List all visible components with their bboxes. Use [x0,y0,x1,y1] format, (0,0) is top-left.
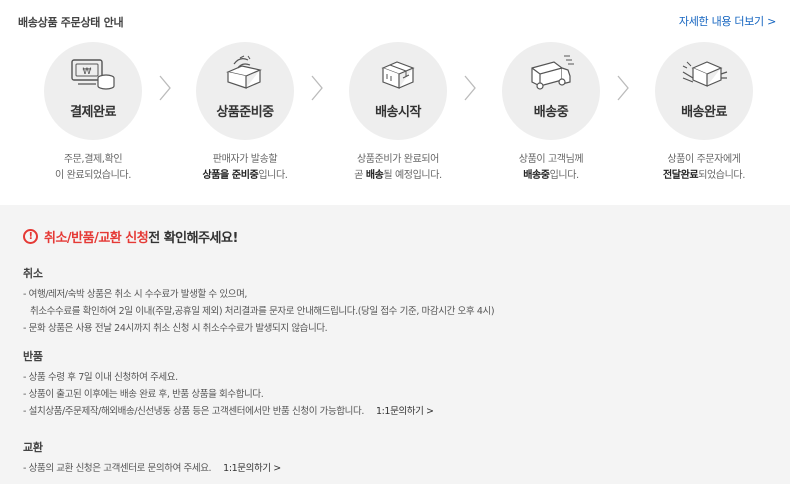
desc-text: 입니다. [549,170,580,181]
step-description: 주문,결제,확인 이 완료되었습니다. [28,152,158,184]
order-status-section: 배송상품 주문상태 안내 자세한 내용 더보기 > ₩ 결제완료 주문,결제,확… [0,0,790,205]
step-label: 배송시작 [375,105,421,120]
warning-heading: ! 취소/반품/교환 신청 전 확인해주세요! [23,227,238,246]
box-icon [381,61,415,89]
step-label: 결제완료 [70,105,116,120]
step-description: 상품준비가 완료되어 곧 배송될 예정입니다. [333,152,463,184]
return-block: 반품 - 상품 수령 후 7일 이내 신청하여 주세요. - 상품이 출고된 이… [23,348,434,420]
return-line-text: - 설치상품/주문제작/해외배송/신선냉동 상품 등은 고객센터에서만 반품 신… [23,406,364,417]
desc-bold-text: 배송중 [523,170,550,181]
step-label: 배송중 [533,105,569,120]
chevron-right-icon [311,75,323,101]
desc-text: 될 예정입니다. [383,170,442,181]
exchange-title: 교환 [23,441,43,454]
step-shipping-start: 배송시작 상품준비가 완료되어 곧 배송될 예정입니다. [333,42,463,184]
svg-text:₩: ₩ [83,67,92,77]
step-in-transit: 배송중 상품이 고객님께 배송중입니다. [486,42,616,184]
cancel-line: - 문화 상품은 사용 전날 24시까지 취소 신청 시 취소수수료가 발생되지… [23,323,328,334]
step-delivered: 배송완료 상품이 주문자에게 전달완료되었습니다. [639,42,769,184]
step-description: 판매자가 발송할 상품을 준비중입니다. [180,152,310,184]
step-circle: 배송중 [502,42,600,140]
step-preparing: 상품준비중 판매자가 발송할 상품을 준비중입니다. [180,42,310,184]
return-line: - 상품이 출고된 이후에는 배송 완료 후, 반품 상품을 회수합니다. [23,389,264,400]
desc-text: 입니다. [258,170,288,181]
return-line: - 설치상품/주문제작/해외배송/신선냉동 상품 등은 고객센터에서만 반품 신… [23,403,434,420]
more-details-link[interactable]: 자세한 내용 더보기 > [679,13,776,29]
return-title: 반품 [23,350,43,363]
desc-text: 상품이 주문자에게 [667,154,741,165]
step-label: 상품준비중 [216,105,274,120]
inquiry-link[interactable]: 1:1문의하기 > [223,463,281,474]
exchange-line-text: - 상품의 교환 신청은 고객센터로 문의하여 주세요. [23,463,212,474]
step-description: 상품이 고객님께 배송중입니다. [486,152,616,184]
cancel-line: 취소수수료를 확인하여 2일 이내(주말,공휴일 제외) 처리결과를 문자로 안… [30,306,495,317]
step-description: 상품이 주문자에게 전달완료되었습니다. [639,152,769,184]
warning-icon: ! [23,229,38,244]
notice-section: ! 취소/반품/교환 신청 전 확인해주세요! 취소 - 여행/레저/숙박 상품은… [0,205,790,484]
cancel-title: 취소 [23,267,43,280]
desc-text: 곧 [354,170,366,181]
warning-highlight: 취소/반품/교환 신청 [44,231,149,246]
step-circle: 배송완료 [655,42,753,140]
desc-text: 되었습니다. [698,170,745,181]
desc-text: 상품준비가 완료되어 [357,154,439,165]
step-payment-complete: ₩ 결제완료 주문,결제,확인 이 완료되었습니다. [28,42,158,184]
desc-text: 상품이 고객님께 [518,154,584,165]
return-line: - 상품 수령 후 7일 이내 신청하여 주세요. [23,372,178,383]
exchange-block: 교환 - 상품의 교환 신청은 고객센터로 문의하여 주세요. 1:1문의하기 > [23,439,281,477]
step-circle: ₩ 결제완료 [44,42,142,140]
chevron-right-icon [464,75,476,101]
section-title: 배송상품 주문상태 안내 [18,16,124,29]
desc-text: 주문,결제,확인 [63,154,123,165]
inquiry-link[interactable]: 1:1문의하기 > [376,406,434,417]
desc-bold-text: 전달완료 [663,170,699,181]
desc-text: 판매자가 발송할 [212,154,278,165]
desc-bold-text: 상품을 준비중 [202,170,259,181]
delivered-icon [682,61,728,87]
cancel-block: 취소 - 여행/레저/숙박 상품은 취소 시 수수료가 발생할 수 있으며, 취… [23,265,495,337]
product-prep-icon [226,55,262,89]
payment-icon: ₩ [71,59,115,90]
step-label: 배송완료 [681,105,727,120]
exchange-line: - 상품의 교환 신청은 고객센터로 문의하여 주세요. 1:1문의하기 > [23,460,281,477]
chevron-right-icon [159,75,171,101]
desc-bold-text: 배송 [365,170,384,181]
chevron-right-icon [617,75,629,101]
truck-icon [531,55,574,90]
cancel-line: - 여행/레저/숙박 상품은 취소 시 수수료가 발생할 수 있으며, [23,289,248,300]
step-circle: 상품준비중 [196,42,294,140]
warning-text: 전 확인해주세요! [148,231,238,246]
step-circle: 배송시작 [349,42,447,140]
desc-text: 이 완료되었습니다. [55,170,131,181]
